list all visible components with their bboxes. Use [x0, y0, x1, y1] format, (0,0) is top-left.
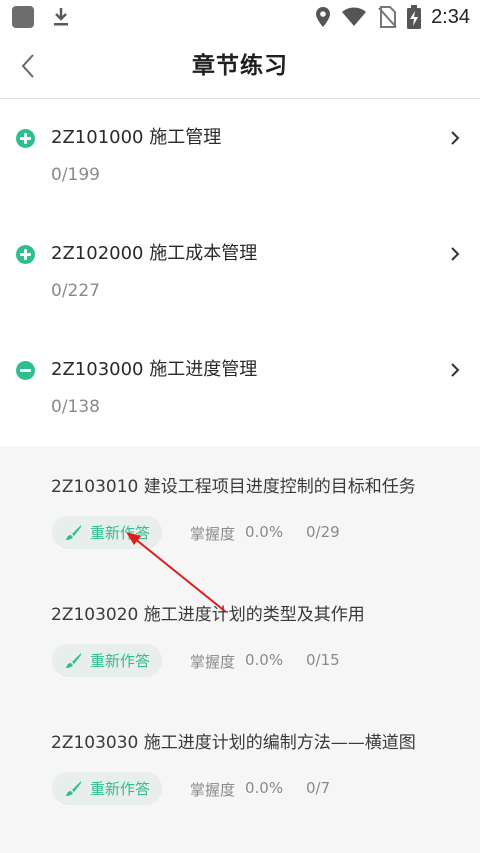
expand-plus-icon[interactable]	[16, 129, 35, 148]
status-bar: 2:34	[0, 0, 480, 34]
mastery-value: 0.0%	[245, 523, 284, 541]
section-list: 2Z103010 建设工程项目进度控制的目标和任务 重新作答 掌握度 0.0% …	[0, 446, 480, 853]
mastery-value: 0.0%	[245, 651, 284, 669]
section-progress: 0/7	[306, 779, 331, 797]
app-header: 章节练习	[0, 34, 480, 99]
section-title: 2Z103010 建设工程项目进度控制的目标和任务	[51, 477, 416, 497]
chapter-progress: 0/138	[51, 397, 100, 417]
app-square-icon	[12, 6, 34, 28]
section-item[interactable]: 2Z103010 建设工程项目进度控制的目标和任务 重新作答 掌握度 0.0% …	[0, 446, 480, 574]
chapter-title: 2Z101000 施工管理	[51, 127, 222, 148]
mastery-label: 掌握度	[190, 781, 236, 799]
redo-label: 重新作答	[90, 652, 151, 670]
redo-button[interactable]: 重新作答	[52, 772, 162, 805]
chapter-progress: 0/199	[51, 165, 100, 185]
chapter-progress: 0/227	[51, 281, 100, 301]
download-icon	[54, 8, 68, 26]
mastery-label: 掌握度	[190, 653, 236, 671]
section-item[interactable]: 2Z103030 施工进度计划的编制方法——横道图 重新作答 掌握度 0.0% …	[0, 702, 480, 830]
no-sim-icon	[378, 6, 397, 28]
chapter-title: 2Z102000 施工成本管理	[51, 243, 258, 264]
redo-button[interactable]: 重新作答	[52, 516, 162, 549]
chapter-row[interactable]: 2Z101000 施工管理 0/199	[0, 99, 480, 214]
redo-label: 重新作答	[90, 780, 151, 798]
brush-icon	[66, 652, 81, 668]
wifi-icon	[342, 7, 367, 26]
section-title: 2Z103030 施工进度计划的编制方法——横道图	[51, 733, 416, 753]
location-icon	[316, 7, 331, 27]
section-title: 2Z103020 施工进度计划的类型及其作用	[51, 605, 365, 625]
mastery-label: 掌握度	[190, 525, 236, 543]
redo-label: 重新作答	[90, 524, 151, 542]
brush-icon	[66, 524, 81, 540]
chapter-title: 2Z103000 施工进度管理	[51, 359, 258, 380]
section-progress: 0/15	[306, 651, 340, 669]
section-item[interactable]: 2Z103020 施工进度计划的类型及其作用 重新作答 掌握度 0.0% 0/1…	[0, 574, 480, 702]
page-title: 章节练习	[192, 53, 288, 79]
battery-charging-icon	[407, 5, 422, 29]
section-progress: 0/29	[306, 523, 340, 541]
expand-plus-icon[interactable]	[16, 245, 35, 264]
collapse-minus-icon[interactable]	[16, 361, 35, 380]
chapter-row[interactable]: 2Z103000 施工进度管理 0/138	[0, 331, 480, 446]
chapter-row[interactable]: 2Z102000 施工成本管理 0/227	[0, 215, 480, 330]
status-time: 2:34	[431, 5, 470, 28]
mastery-value: 0.0%	[245, 779, 284, 797]
chevron-right-icon[interactable]	[448, 245, 462, 263]
brush-icon	[66, 780, 81, 796]
chevron-right-icon[interactable]	[448, 129, 462, 147]
redo-button[interactable]: 重新作答	[52, 644, 162, 677]
chevron-right-icon[interactable]	[448, 361, 462, 379]
